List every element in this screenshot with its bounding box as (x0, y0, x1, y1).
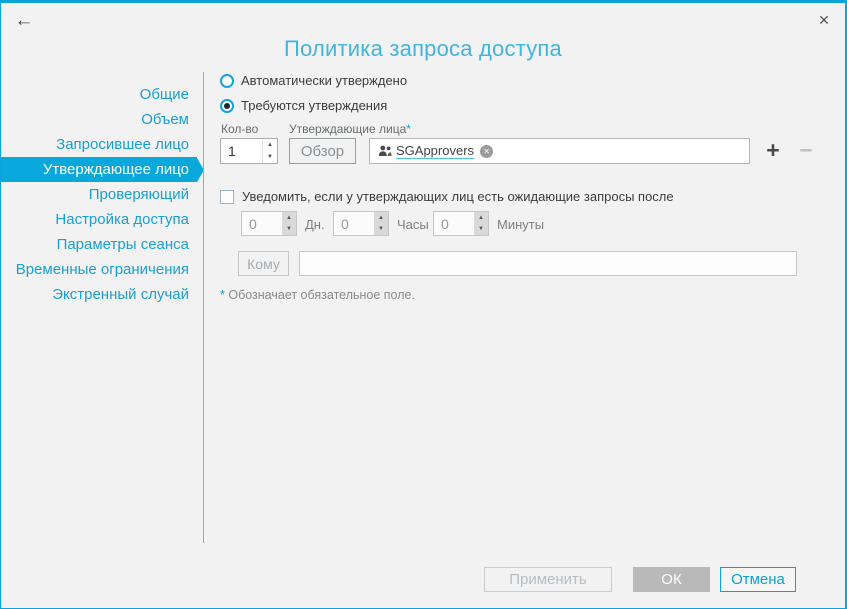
group-icon (378, 145, 392, 157)
access-request-policy-dialog: ← ✕ Политика запроса доступа Общие Объем… (0, 0, 847, 609)
sidebar-item-approver[interactable]: Утверждающее лицо (1, 157, 204, 182)
sidebar-item-time-restrictions[interactable]: Временные ограничения (1, 257, 197, 282)
stepper-up-icon[interactable]: ▲ (282, 212, 296, 224)
quantity-stepper-arrows: ▲ ▼ (262, 139, 277, 163)
required-asterisk: * (406, 122, 411, 136)
remove-tag-icon[interactable]: ✕ (480, 144, 494, 158)
add-approver-button[interactable]: + (761, 136, 785, 164)
approvers-field[interactable]: SGApprovers ✕ (369, 138, 750, 164)
apply-button[interactable]: Применить (484, 567, 612, 592)
radio-approvals-required[interactable]: Требуются утверждения (220, 98, 387, 113)
checkbox-unchecked-icon (220, 189, 234, 204)
stepper-up-icon[interactable]: ▲ (374, 212, 388, 224)
radio-unchecked-icon (220, 73, 234, 88)
sidebar-item-general[interactable]: Общие (1, 82, 197, 107)
sidebar-item-reviewer[interactable]: Проверяющий (1, 182, 197, 207)
ok-button[interactable]: ОК (633, 567, 710, 592)
approvers-label-text: Утверждающие лица (289, 122, 407, 136)
days-stepper: ▲ ▼ (241, 211, 297, 236)
days-label: Дн. (305, 217, 325, 232)
hours-input[interactable] (334, 212, 374, 235)
sidebar-item-session-settings[interactable]: Параметры сеанса (1, 232, 197, 257)
approver-tag-label[interactable]: SGApprovers (396, 143, 475, 159)
stepper-down-icon[interactable]: ▼ (263, 151, 277, 163)
minutes-input[interactable] (434, 212, 474, 235)
approver-tag: SGApprovers ✕ (378, 143, 494, 159)
sidebar-item-scope[interactable]: Объем (1, 107, 197, 132)
quantity-stepper: ▲ ▼ (220, 138, 278, 164)
hours-label: Часы (397, 217, 429, 232)
sidebar-item-requestor[interactable]: Запросившее лицо (1, 132, 197, 157)
to-input[interactable] (299, 251, 797, 276)
minutes-label: Минуты (497, 217, 545, 232)
browse-button[interactable]: Обзор (289, 138, 356, 164)
required-note-text: Обозначает обязательное поле. (224, 288, 415, 302)
days-input[interactable] (242, 212, 282, 235)
hours-stepper-arrows: ▲ ▼ (374, 212, 388, 235)
radio-checked-icon (220, 98, 234, 113)
radio-auto-approved[interactable]: Автоматически утверждено (220, 73, 407, 88)
approvers-label: Утверждающие лица* (289, 122, 411, 136)
sidebar-nav: Общие Объем Запросившее лицо Утверждающе… (1, 82, 204, 307)
minutes-stepper: ▲ ▼ (433, 211, 489, 236)
page-title: Политика запроса доступа (284, 36, 562, 61)
days-stepper-arrows: ▲ ▼ (282, 212, 296, 235)
stepper-down-icon[interactable]: ▼ (474, 224, 488, 236)
quantity-input[interactable] (221, 139, 262, 163)
sidebar-item-emergency[interactable]: Экстренный случай (1, 282, 197, 307)
cancel-button[interactable]: Отмена (720, 567, 796, 592)
notify-checkbox-label: Уведомить, если у утверждающих лиц есть … (242, 189, 674, 204)
hours-stepper: ▲ ▼ (333, 211, 389, 236)
stepper-down-icon[interactable]: ▼ (282, 224, 296, 236)
notify-checkbox-row[interactable]: Уведомить, если у утверждающих лиц есть … (220, 189, 674, 204)
minutes-stepper-arrows: ▲ ▼ (474, 212, 488, 235)
required-note: * Обозначает обязательное поле. (220, 288, 415, 302)
stepper-down-icon[interactable]: ▼ (374, 224, 388, 236)
sidebar-divider (203, 72, 204, 543)
quantity-label: Кол-во (221, 122, 259, 136)
stepper-up-icon[interactable]: ▲ (474, 212, 488, 224)
close-icon[interactable]: ✕ (814, 10, 834, 30)
to-button[interactable]: Кому (238, 251, 289, 276)
radio-approvals-required-label: Требуются утверждения (241, 98, 388, 113)
remove-approver-button[interactable]: − (794, 136, 818, 164)
stepper-up-icon[interactable]: ▲ (263, 139, 277, 151)
sidebar-item-access-config[interactable]: Настройка доступа (1, 207, 197, 232)
back-icon[interactable]: ← (13, 10, 35, 32)
radio-auto-approved-label: Автоматически утверждено (241, 73, 408, 88)
